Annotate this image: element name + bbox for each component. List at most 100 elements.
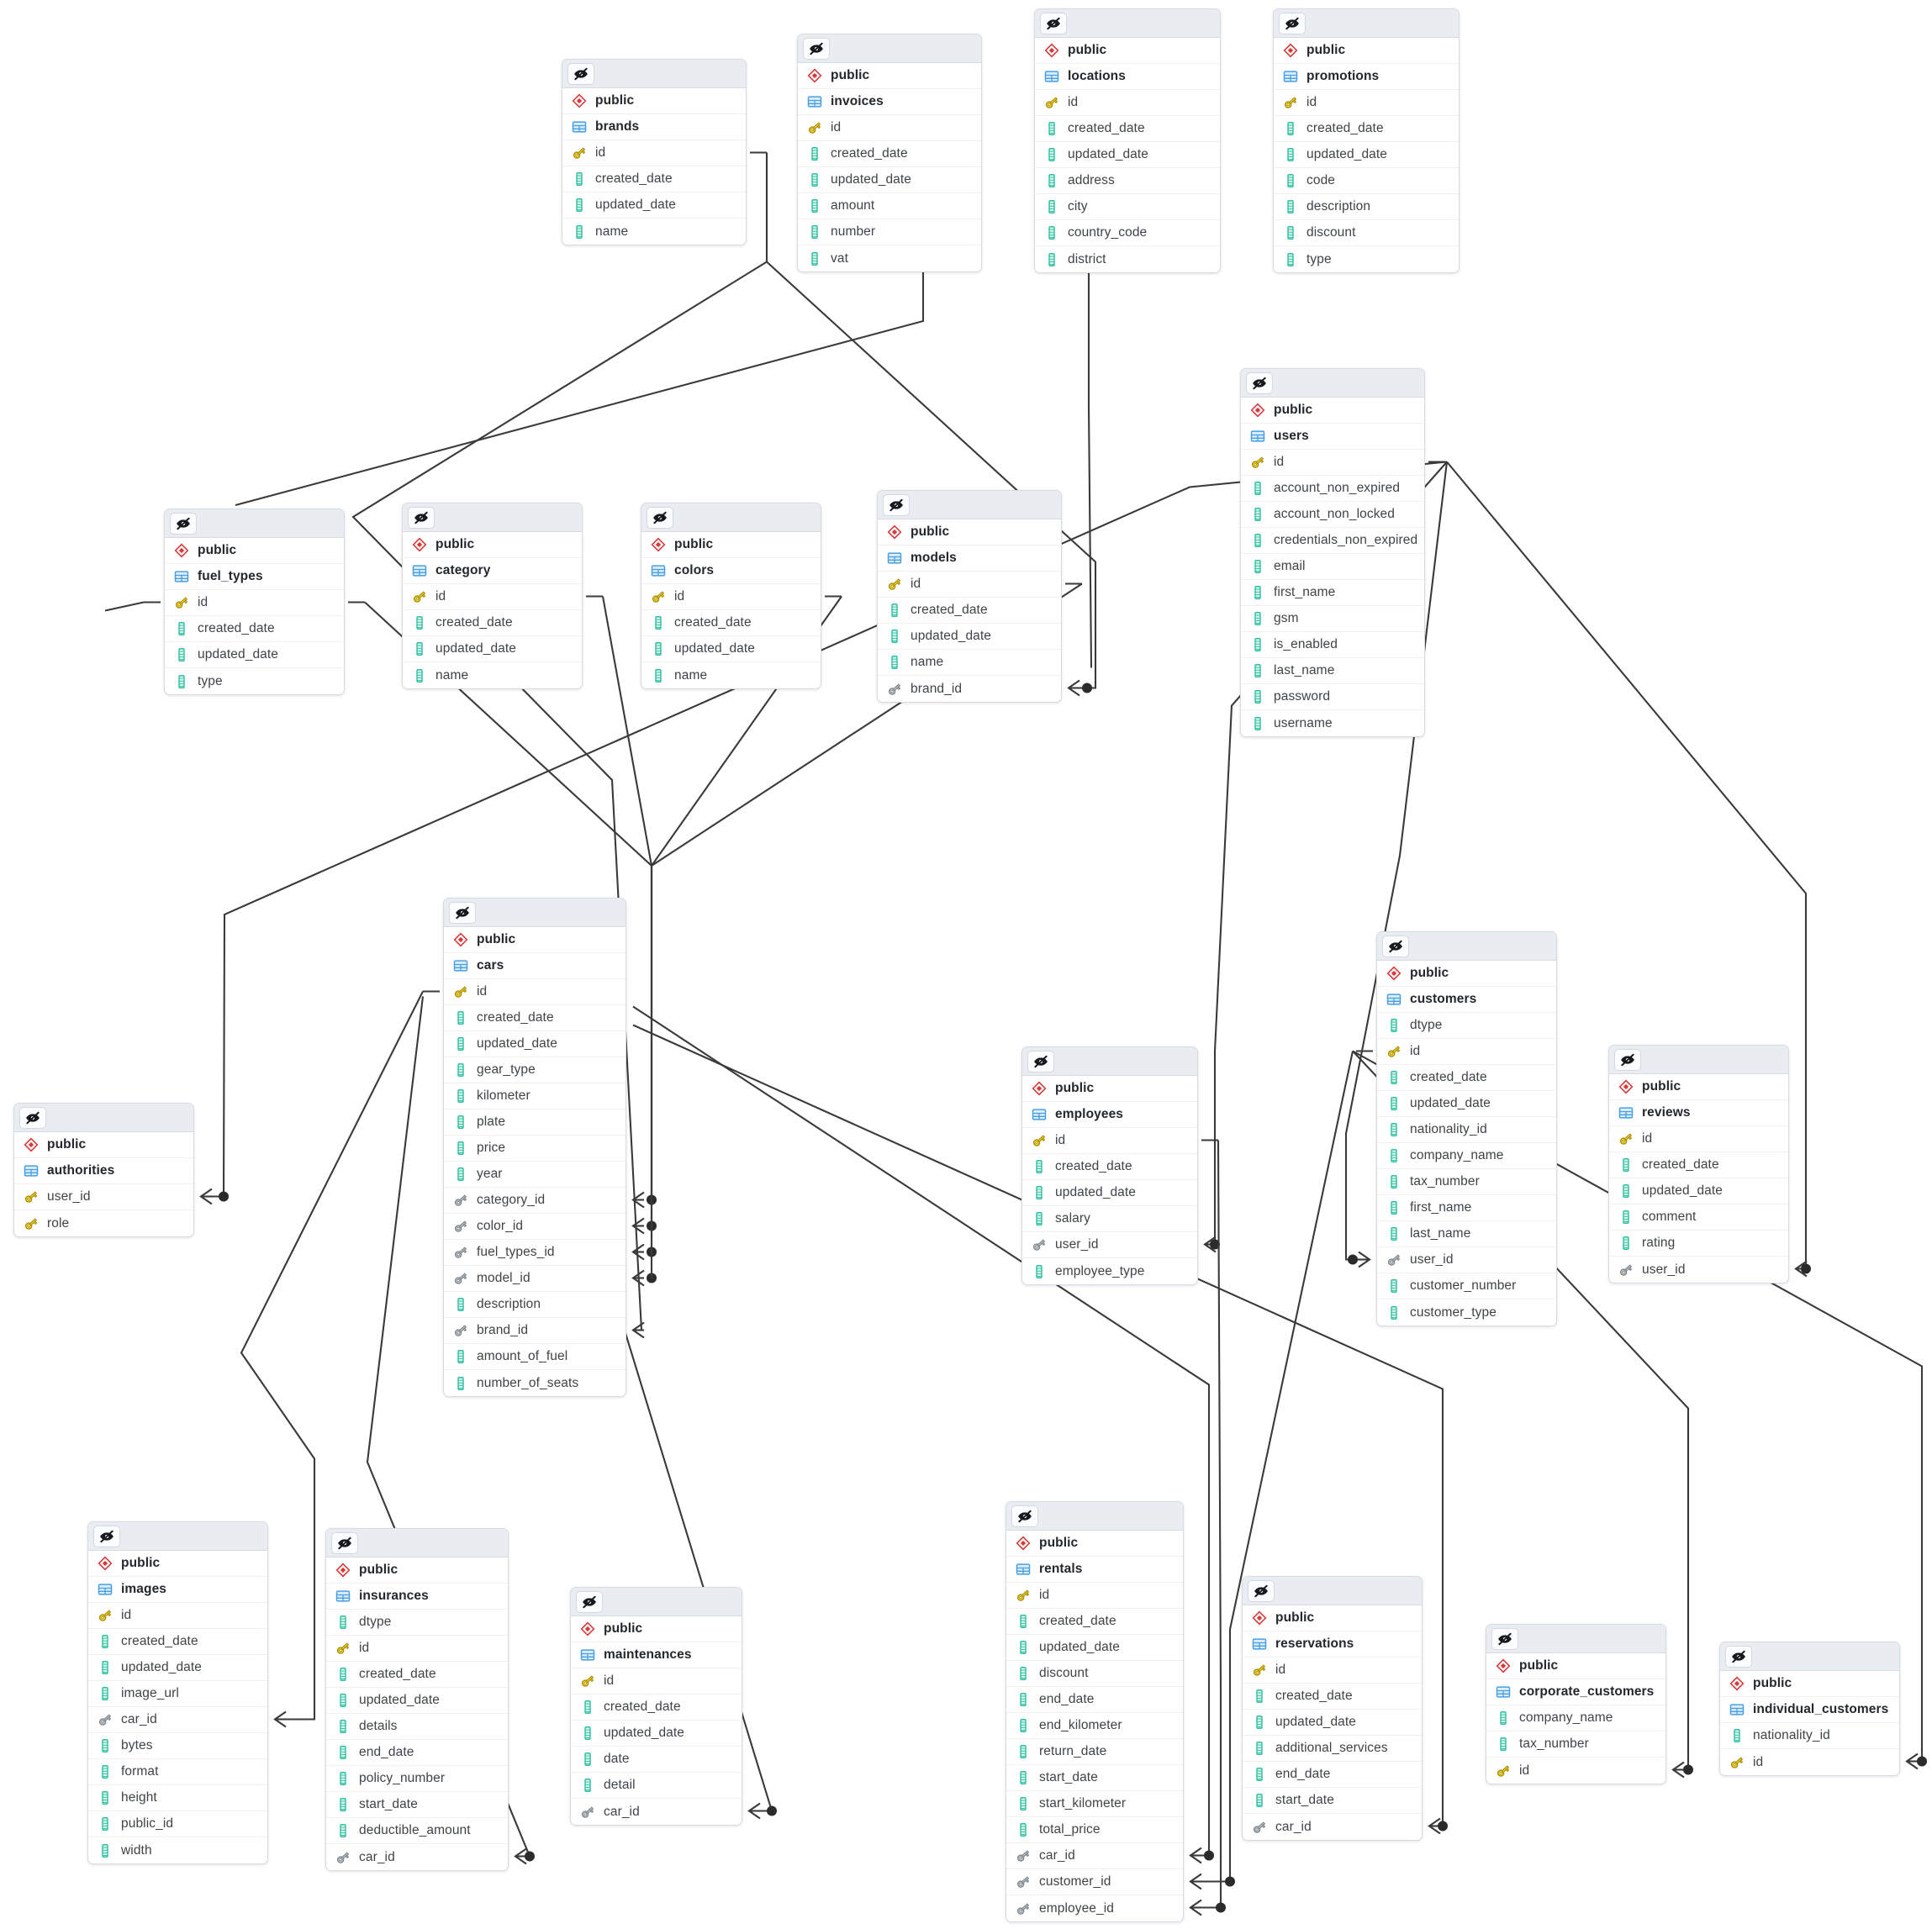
- column-row-images-format[interactable]: format: [88, 1759, 267, 1785]
- table-node-insurances[interactable]: public insurances dtype id created_date updat…: [325, 1528, 509, 1871]
- column-row-customers-created_date[interactable]: created_date: [1377, 1065, 1556, 1091]
- column-row-images-image_url[interactable]: image_url: [88, 1681, 267, 1707]
- column-row-reviews-rating[interactable]: rating: [1609, 1231, 1788, 1257]
- column-row-users-email[interactable]: email: [1241, 554, 1424, 580]
- schema-row-individual_customers[interactable]: public: [1720, 1671, 1899, 1697]
- eye-slash-icon[interactable]: [1491, 1627, 1518, 1650]
- eye-slash-icon[interactable]: [803, 37, 830, 60]
- column-row-insurances-created_date[interactable]: created_date: [326, 1662, 508, 1688]
- column-row-images-bytes[interactable]: bytes: [88, 1733, 267, 1759]
- column-row-locations-id[interactable]: id: [1035, 90, 1220, 116]
- schema-row-customers[interactable]: public: [1377, 961, 1556, 987]
- column-row-rentals-start_date[interactable]: start_date: [1006, 1765, 1183, 1791]
- column-row-maintenances-car_id[interactable]: car_id: [571, 1799, 742, 1825]
- column-row-fuel_types-id[interactable]: id: [165, 590, 344, 616]
- table-name-row-fuel_types[interactable]: fuel_types: [165, 564, 344, 590]
- column-row-cars-model_id[interactable]: model_id: [444, 1266, 626, 1292]
- column-row-maintenances-id[interactable]: id: [571, 1668, 742, 1694]
- schema-row-cars[interactable]: public: [444, 927, 626, 953]
- column-row-users-last_name[interactable]: last_name: [1241, 658, 1424, 684]
- table-name-row-individual_customers[interactable]: individual_customers: [1720, 1697, 1899, 1723]
- schema-row-reservations[interactable]: public: [1243, 1605, 1422, 1631]
- table-node-authorities[interactable]: public authorities user_id role: [13, 1103, 194, 1237]
- column-row-reviews-id[interactable]: id: [1609, 1126, 1788, 1152]
- column-row-rentals-car_id[interactable]: car_id: [1006, 1843, 1183, 1869]
- table-name-row-reviews[interactable]: reviews: [1609, 1100, 1788, 1126]
- table-name-row-locations[interactable]: locations: [1035, 64, 1220, 90]
- table-node-cars[interactable]: public cars id created_date updated_date gear…: [443, 898, 626, 1397]
- eye-slash-icon[interactable]: [19, 1106, 46, 1129]
- column-row-insurances-deductible_amount[interactable]: deductible_amount: [326, 1818, 508, 1844]
- column-row-invoices-created_date[interactable]: created_date: [798, 141, 981, 167]
- column-row-locations-country_code[interactable]: country_code: [1035, 220, 1220, 246]
- column-row-fuel_types-updated_date[interactable]: updated_date: [165, 642, 344, 668]
- column-row-customers-last_name[interactable]: last_name: [1377, 1221, 1556, 1247]
- table-name-row-authorities[interactable]: authorities: [14, 1158, 193, 1184]
- column-row-images-width[interactable]: width: [88, 1837, 267, 1863]
- column-row-models-updated_date[interactable]: updated_date: [878, 624, 1061, 650]
- column-row-users-username[interactable]: username: [1241, 710, 1424, 736]
- column-row-employees-user_id[interactable]: user_id: [1022, 1232, 1197, 1258]
- schema-row-reviews[interactable]: public: [1609, 1074, 1788, 1100]
- column-row-cars-brand_id[interactable]: brand_id: [444, 1318, 626, 1344]
- eye-slash-icon[interactable]: [1725, 1645, 1752, 1668]
- column-row-rentals-end_kilometer[interactable]: end_kilometer: [1006, 1713, 1183, 1739]
- schema-row-models[interactable]: public: [878, 519, 1061, 545]
- column-row-locations-created_date[interactable]: created_date: [1035, 116, 1220, 142]
- schema-row-insurances[interactable]: public: [326, 1557, 508, 1584]
- eye-slash-icon[interactable]: [1040, 12, 1067, 34]
- column-row-users-password[interactable]: password: [1241, 684, 1424, 710]
- column-row-insurances-car_id[interactable]: car_id: [326, 1844, 508, 1870]
- column-row-category-updated_date[interactable]: updated_date: [403, 636, 582, 662]
- eye-slash-icon[interactable]: [1248, 1579, 1275, 1602]
- column-row-authorities-user_id[interactable]: user_id: [14, 1184, 193, 1210]
- table-node-customers[interactable]: public customers dtype id created_date update…: [1376, 931, 1557, 1326]
- column-row-locations-address[interactable]: address: [1035, 168, 1220, 194]
- column-row-cars-kilometer[interactable]: kilometer: [444, 1083, 626, 1109]
- column-row-customers-customer_number[interactable]: customer_number: [1377, 1273, 1556, 1299]
- column-row-reviews-created_date[interactable]: created_date: [1609, 1152, 1788, 1178]
- column-row-reservations-end_date[interactable]: end_date: [1243, 1762, 1422, 1788]
- table-node-rentals[interactable]: public rentals id created_date updated_date d…: [1006, 1501, 1184, 1922]
- table-name-row-customers[interactable]: customers: [1377, 987, 1556, 1013]
- table-name-row-insurances[interactable]: insurances: [326, 1584, 508, 1610]
- column-row-authorities-role[interactable]: role: [14, 1210, 193, 1236]
- column-row-cars-color_id[interactable]: color_id: [444, 1214, 626, 1240]
- eye-slash-icon[interactable]: [647, 506, 673, 529]
- schema-row-employees[interactable]: public: [1022, 1076, 1197, 1102]
- schema-row-colors[interactable]: public: [641, 532, 821, 558]
- column-row-images-created_date[interactable]: created_date: [88, 1629, 267, 1655]
- column-row-customers-nationality_id[interactable]: nationality_id: [1377, 1117, 1556, 1143]
- column-row-reservations-start_date[interactable]: start_date: [1243, 1788, 1422, 1814]
- column-row-rentals-id[interactable]: id: [1006, 1583, 1183, 1609]
- table-node-maintenances[interactable]: public maintenances id created_date updated_…: [570, 1587, 742, 1826]
- column-row-cars-plate[interactable]: plate: [444, 1109, 626, 1136]
- table-name-row-promotions[interactable]: promotions: [1274, 64, 1459, 90]
- table-node-users[interactable]: public users id account_non_expired account_…: [1240, 368, 1425, 737]
- column-row-cars-amount_of_fuel[interactable]: amount_of_fuel: [444, 1344, 626, 1370]
- schema-row-locations[interactable]: public: [1035, 38, 1220, 64]
- column-row-locations-district[interactable]: district: [1035, 246, 1220, 272]
- column-row-promotions-type[interactable]: type: [1274, 246, 1459, 272]
- column-row-promotions-code[interactable]: code: [1274, 168, 1459, 194]
- column-row-users-id[interactable]: id: [1241, 450, 1424, 476]
- column-row-cars-id[interactable]: id: [444, 979, 626, 1005]
- schema-row-corporate_customers[interactable]: public: [1486, 1653, 1665, 1679]
- column-row-insurances-details[interactable]: details: [326, 1714, 508, 1740]
- eye-slash-icon[interactable]: [1027, 1050, 1054, 1073]
- schema-row-category[interactable]: public: [403, 532, 582, 558]
- column-row-maintenances-updated_date[interactable]: updated_date: [571, 1721, 742, 1747]
- eye-slash-icon[interactable]: [1246, 372, 1273, 394]
- table-node-images[interactable]: public images id created_date updated_date im…: [87, 1521, 268, 1864]
- column-row-corporate_customers-tax_number[interactable]: tax_number: [1486, 1731, 1665, 1758]
- column-row-promotions-created_date[interactable]: created_date: [1274, 116, 1459, 142]
- column-row-images-public_id[interactable]: public_id: [88, 1811, 267, 1837]
- eye-slash-icon[interactable]: [1382, 935, 1409, 957]
- table-name-row-brands[interactable]: brands: [562, 114, 746, 140]
- table-node-category[interactable]: public category id created_date updated_date…: [402, 503, 583, 689]
- column-row-invoices-id[interactable]: id: [798, 115, 981, 141]
- column-row-brands-name[interactable]: name: [562, 219, 746, 245]
- column-row-users-credentials_non_expired[interactable]: credentials_non_expired: [1241, 528, 1424, 554]
- column-row-users-is_enabled[interactable]: is_enabled: [1241, 632, 1424, 658]
- eye-slash-icon[interactable]: [170, 512, 197, 535]
